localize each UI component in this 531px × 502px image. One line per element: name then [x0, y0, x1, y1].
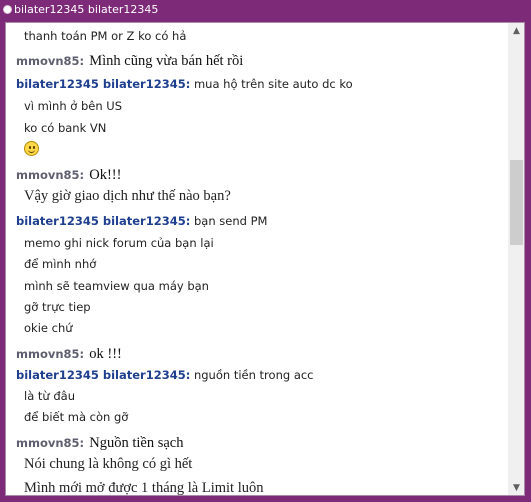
message-line: mình sẽ teamview qua máy bạn — [24, 279, 209, 293]
message-line: thanh toán PM or Z ko có hả — [24, 29, 187, 43]
message-text: nguồn tiền trong acc — [193, 368, 314, 382]
message-line: để biết mà còn gỡ — [24, 410, 129, 424]
vertical-scrollbar[interactable]: ▲ ▼ — [508, 23, 524, 495]
window-title: bilater12345 bilater12345 — [14, 3, 159, 16]
status-dot-icon — [3, 5, 12, 14]
chat-log[interactable]: thanh toán PM or Z ko có hả mmovn85: Mìn… — [6, 23, 508, 496]
message-text: Nguồn tiền sạch — [89, 435, 184, 451]
username: bilater12345 bilater12345: — [16, 368, 191, 382]
message-line: Mình mới mở được 1 tháng là Limit luôn — [24, 480, 264, 496]
message-text: mua hộ trên site auto dc ko — [193, 77, 353, 91]
window-bottom-border — [0, 496, 531, 502]
username: bilater12345 bilater12345: — [16, 77, 191, 91]
chat-message: bilater12345 bilater12345: mua hộ trên s… — [16, 77, 353, 91]
chat-message: mmovn85: Ok!!! — [16, 164, 121, 184]
message-line: để mình nhớ — [24, 257, 97, 271]
username: mmovn85: — [16, 347, 85, 361]
chat-message: mmovn85: ok !!! — [16, 343, 122, 363]
username: mmovn85: — [16, 54, 85, 68]
username: mmovn85: — [16, 168, 85, 182]
scrollbar-thumb[interactable] — [510, 160, 523, 245]
message-line: ko có bank VN — [24, 121, 107, 135]
chat-frame: thanh toán PM or Z ko có hả mmovn85: Mìn… — [5, 22, 525, 496]
message-line: là từ đâu — [24, 389, 75, 403]
scroll-up-icon[interactable]: ▲ — [508, 23, 524, 40]
scroll-down-icon[interactable]: ▼ — [508, 480, 524, 495]
chat-message: mmovn85: Nguồn tiền sạch — [16, 432, 183, 452]
message-text: Mình cũng vừa bán hết rồi — [89, 53, 244, 69]
chat-message: bilater12345 bilater12345: nguồn tiền tr… — [16, 368, 314, 382]
message-text: ok !!! — [89, 346, 122, 362]
message-line: memo ghi nick forum của bạn lại — [24, 236, 214, 250]
chat-message: bilater12345 bilater12345: bạn send PM — [16, 214, 267, 228]
message-line: gỡ trực tiep — [24, 300, 91, 314]
username: bilater12345 bilater12345: — [16, 214, 191, 228]
message-line: vì mình ở bên US — [24, 99, 123, 113]
title-bar: bilater12345 bilater12345 — [0, 0, 531, 22]
chat-message: mmovn85: Mình cũng vừa bán hết rồi — [16, 50, 243, 70]
message-line: okie chứ — [24, 321, 73, 335]
message-line: Vậy giờ giao dịch như thế nào bạn? — [24, 188, 231, 204]
smiley-icon — [24, 141, 39, 156]
message-text: Ok!!! — [89, 167, 122, 183]
username: mmovn85: — [16, 436, 85, 450]
message-line: Nói chung là không có gì hết — [24, 456, 193, 472]
message-text: bạn send PM — [193, 214, 268, 228]
